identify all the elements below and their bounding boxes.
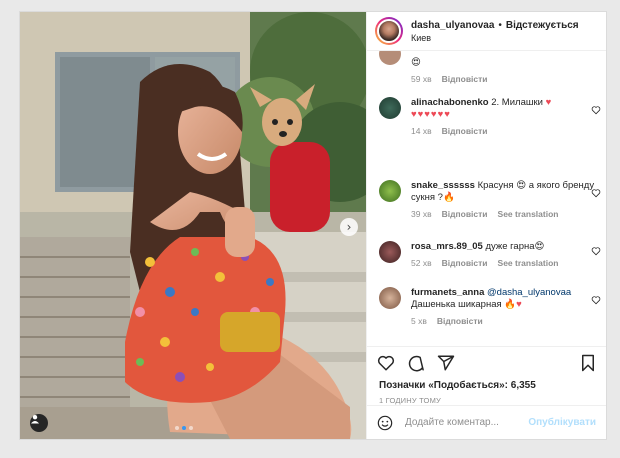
comments-list[interactable]: 😍 59 хв Відповісти alinachabonenko 2. Ми… (367, 51, 606, 346)
comment-body: Красуня (477, 180, 514, 191)
comment-time: 14 хв (411, 126, 432, 136)
comment-item: alinachabonenko 2. Милашки ♥ ♥♥♥♥♥♥ 14 х… (379, 97, 601, 136)
red-heart-emoji: ♥ (545, 97, 552, 108)
photo-illustration (20, 12, 366, 439)
next-photo-button[interactable]: › (340, 218, 358, 236)
post-actions (367, 346, 606, 378)
heart-icon[interactable] (591, 188, 601, 198)
comment-input[interactable]: Додайте коментар... (405, 417, 528, 428)
comment-time: 5 хв (411, 316, 427, 326)
author-username[interactable]: dasha_ulyanovaa (411, 20, 494, 31)
comment-mention[interactable]: @dasha_ulyanovaa (487, 287, 571, 298)
commenter-username[interactable]: alinachabonenko (411, 97, 489, 108)
reply-button[interactable]: Відповісти (442, 74, 488, 84)
post-dialog: › dasha_ulyanovaa • Відстежується Киев 😍… (19, 11, 607, 440)
carousel-dot (175, 426, 179, 430)
fire-emoji: 🔥 (442, 192, 455, 203)
post-header: dasha_ulyanovaa • Відстежується Киев (367, 12, 606, 51)
comment-item: rosa_mrs.89_05 дуже гарна😍 52 хв Відпові… (379, 241, 601, 268)
add-comment-bar: Додайте коментар... Опублікувати (367, 405, 606, 439)
like-button[interactable] (377, 354, 395, 372)
comment-text: rosa_mrs.89_05 дуже гарна😍 (411, 241, 599, 253)
commenter-avatar[interactable] (379, 241, 401, 263)
see-translation-button[interactable]: See translation (498, 209, 559, 219)
comment-body: Дашенька шикарная (411, 299, 502, 310)
comment-text: alinachabonenko 2. Милашки ♥ ♥♥♥♥♥♥ (411, 97, 599, 121)
fire-emoji: 🔥 (504, 299, 517, 310)
post-sidebar: dasha_ulyanovaa • Відстежується Киев 😍 5… (366, 12, 606, 439)
heart-eyes-emoji: 😍 (411, 57, 421, 68)
reply-button[interactable]: Відповісти (437, 316, 483, 326)
save-button[interactable] (580, 354, 596, 372)
comment-text: 😍 (411, 57, 599, 69)
commenter-avatar[interactable] (379, 97, 401, 119)
comment-item: 😍 59 хв Відповісти (379, 51, 599, 84)
comment-item: snake_ssssss Красуня 😍 а якого бренду су… (379, 180, 601, 219)
commenter-username[interactable]: furmanets_anna (411, 287, 484, 298)
commenter-avatar[interactable] (379, 287, 401, 309)
bookmark-icon (582, 354, 594, 371)
see-translation-button[interactable]: See translation (498, 258, 559, 268)
carousel-dot (189, 426, 193, 430)
comment-button[interactable] (407, 354, 425, 372)
likes-count[interactable]: Позначки «Подобається»: 6,355 (367, 380, 606, 391)
comment-item: furmanets_anna @dasha_ulyanovaa Дашенька… (379, 287, 601, 326)
commenter-avatar[interactable] (379, 180, 401, 202)
carousel-indicator (175, 426, 193, 430)
chevron-right-icon: › (346, 220, 352, 234)
post-location[interactable]: Киев (411, 33, 579, 43)
author-avatar[interactable] (375, 17, 403, 45)
comment-body: дуже гарна (485, 241, 535, 252)
header-separator: • (498, 19, 502, 31)
heart-eyes-emoji: 😍 (534, 241, 545, 252)
red-heart-emoji: ♥ (516, 299, 522, 310)
share-icon (437, 355, 455, 370)
comment-time: 59 хв (411, 74, 432, 84)
publish-button[interactable]: Опублікувати (528, 417, 596, 428)
heart-icon (377, 355, 395, 370)
commenter-avatar[interactable] (379, 51, 401, 65)
comment-text: furmanets_anna @dasha_ulyanovaa Дашенька… (411, 287, 599, 311)
heart-icon[interactable] (591, 295, 601, 305)
tag-user-icon (31, 415, 39, 424)
reply-button[interactable]: Відповісти (442, 209, 488, 219)
comment-text: snake_ssssss Красуня 😍 а якого бренду су… (411, 180, 599, 204)
commenter-username[interactable]: rosa_mrs.89_05 (411, 241, 483, 252)
commenter-username[interactable]: snake_ssssss (411, 180, 475, 191)
post-photo[interactable]: › (20, 12, 366, 439)
following-button[interactable]: Відстежується (506, 20, 579, 31)
heart-eyes-emoji: 😍 (516, 180, 527, 191)
comment-time: 52 хв (411, 258, 432, 268)
reply-button[interactable]: Відповісти (442, 126, 488, 136)
comment-icon (408, 355, 424, 371)
hearts-row: ♥♥♥♥♥♥ (411, 109, 451, 120)
avatar-image (377, 19, 401, 43)
comment-body: 2. Милашки (491, 97, 543, 108)
share-button[interactable] (437, 354, 455, 372)
carousel-dot-active (182, 426, 186, 430)
heart-icon[interactable] (591, 246, 601, 256)
heart-icon[interactable] (591, 105, 601, 115)
comment-time: 39 хв (411, 209, 432, 219)
tagged-users-button[interactable] (30, 414, 48, 432)
reply-button[interactable]: Відповісти (442, 258, 488, 268)
post-time: 1 годину тому (379, 396, 441, 405)
emoji-icon[interactable] (377, 415, 393, 431)
